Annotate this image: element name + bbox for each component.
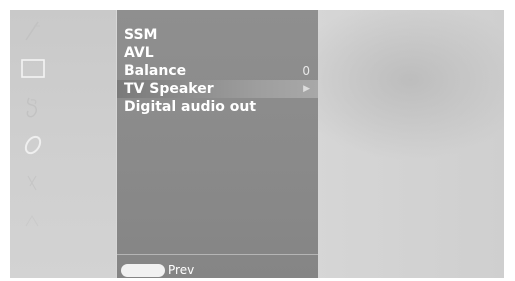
prev-label: Prev bbox=[168, 263, 195, 277]
menu-item-label: TV Speaker bbox=[124, 81, 214, 97]
sound-icon[interactable] bbox=[20, 94, 46, 120]
screen-icon[interactable] bbox=[20, 56, 46, 82]
menu-item-digital-audio-out[interactable]: Digital audio out bbox=[117, 98, 318, 116]
menu-item-label: SSM bbox=[124, 27, 158, 43]
lock-icon[interactable] bbox=[20, 170, 46, 196]
submenu-arrow-icon: ▶ bbox=[303, 84, 310, 94]
tv-osd-screen: SSM AVL Balance 0 TV Speaker ▶ Digital a… bbox=[10, 10, 504, 278]
prev-button[interactable]: Prev bbox=[121, 263, 194, 277]
menu-item-avl[interactable]: AVL bbox=[117, 44, 318, 62]
footer-divider bbox=[117, 254, 318, 255]
menu-list: SSM AVL Balance 0 TV Speaker ▶ Digital a… bbox=[117, 26, 318, 116]
menu-item-label: Digital audio out bbox=[124, 99, 257, 115]
menu-item-label: AVL bbox=[124, 45, 154, 61]
menu-item-balance[interactable]: Balance 0 bbox=[117, 62, 318, 80]
menu-item-label: Balance bbox=[124, 63, 187, 79]
time-icon[interactable] bbox=[20, 132, 46, 158]
option-icon[interactable] bbox=[20, 208, 46, 234]
remote-key-pill-icon bbox=[121, 263, 165, 277]
menu-item-tv-speaker[interactable]: TV Speaker ▶ bbox=[117, 80, 318, 98]
audio-menu-panel: SSM AVL Balance 0 TV Speaker ▶ Digital a… bbox=[117, 10, 318, 278]
balance-value: 0 bbox=[302, 64, 310, 78]
picture-icon[interactable] bbox=[20, 18, 46, 44]
category-sidebar bbox=[10, 10, 116, 278]
menu-item-ssm[interactable]: SSM bbox=[117, 26, 318, 44]
